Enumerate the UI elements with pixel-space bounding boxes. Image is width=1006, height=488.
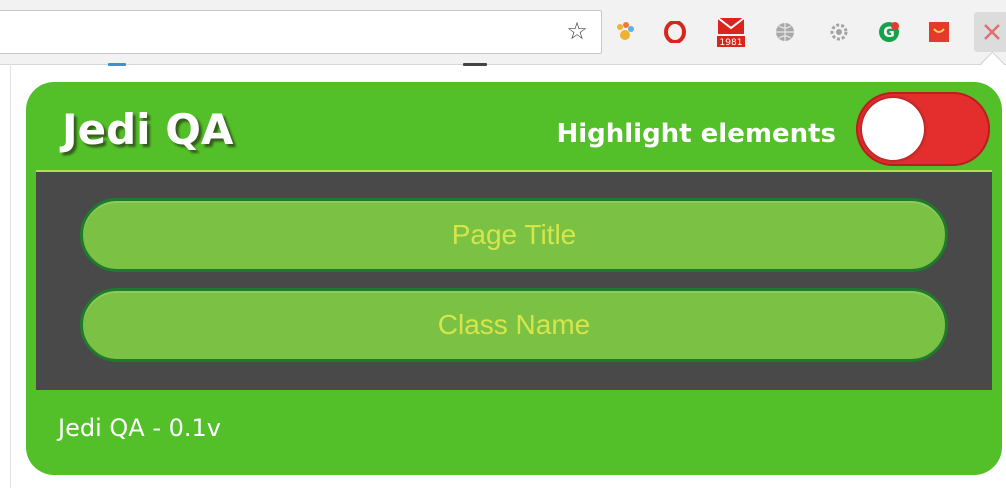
close-extension-button[interactable]: [974, 12, 1006, 52]
page-title-button[interactable]: Page Title: [80, 198, 948, 272]
close-icon: [984, 24, 1000, 40]
app-title: Jedi QA: [62, 105, 234, 154]
version-label: Jedi QA - 0.1v: [58, 414, 221, 442]
globe-icon[interactable]: [774, 21, 796, 43]
gear-extension-icon[interactable]: [828, 21, 850, 43]
paw-extension-icon[interactable]: [614, 21, 636, 43]
grammarly-icon[interactable]: G: [878, 21, 900, 43]
mail-badge-icon[interactable]: 1981: [716, 16, 746, 48]
browser-toolbar: ☆ 1981 G: [0, 0, 1006, 65]
page-fragment: [463, 63, 487, 66]
page-divider: [10, 64, 11, 488]
mail-badge-count: 1981: [720, 38, 743, 48]
jedi-qa-popup: Jedi QA Highlight elements Page Title Cl…: [26, 82, 1002, 475]
popup-header: Jedi QA Highlight elements: [26, 82, 1002, 170]
toggle-knob[interactable]: [862, 98, 924, 160]
class-name-button[interactable]: Class Name: [80, 288, 948, 362]
highlight-toggle[interactable]: [856, 92, 990, 166]
highlight-elements-label: Highlight elements: [556, 119, 836, 149]
star-icon[interactable]: ☆: [564, 18, 590, 44]
page-fragment: [108, 63, 126, 66]
popup-footer: Jedi QA - 0.1v: [26, 388, 1002, 475]
popup-body: Page Title Class Name: [36, 170, 992, 390]
address-bar[interactable]: [0, 10, 602, 54]
shop-extension-icon[interactable]: [928, 21, 950, 43]
opera-vpn-icon[interactable]: [664, 21, 686, 43]
